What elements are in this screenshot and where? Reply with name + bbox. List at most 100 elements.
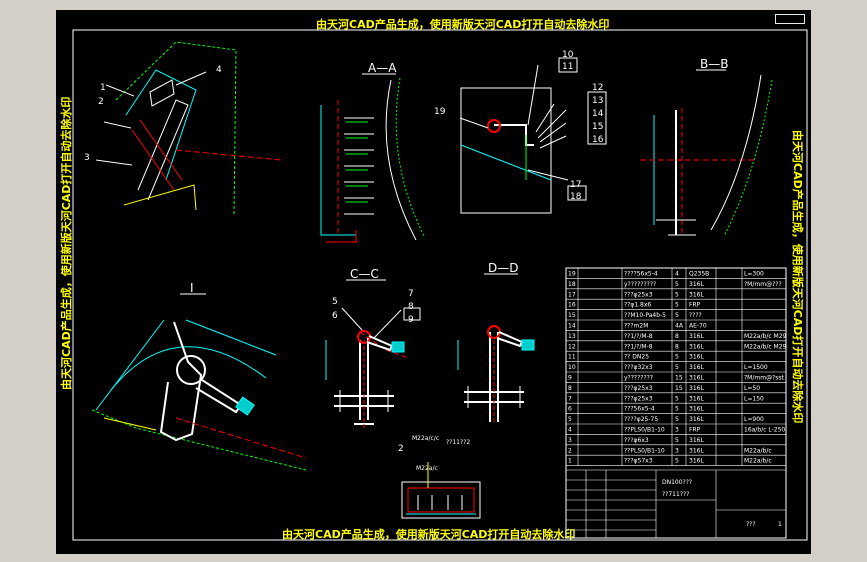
bom-cell-no: 10 <box>568 364 576 371</box>
bom-cell-note: M22a/b/c <box>744 458 772 465</box>
cad-window: 由天河CAD产品生成，使用新版天河CAD打开自动去除水印 由天河CAD产品生成，… <box>0 0 867 562</box>
bom-cell-note: ?M/mm@??? <box>744 281 782 288</box>
section-detail-i: I <box>190 281 194 295</box>
section-d-d: D—D <box>488 261 518 275</box>
callout-8: 8 <box>408 302 414 312</box>
bom-cell-code: ???m2M <box>624 323 648 330</box>
bom-cell-code: y????????? <box>624 281 656 288</box>
bom-cell-no: 9 <box>568 375 572 382</box>
bom-cell-material: 316L <box>689 395 704 402</box>
bom-cell-note: M22a/b/c M29 <box>744 343 787 350</box>
drawing-viewport[interactable]: 由天河CAD产品生成，使用新版天河CAD打开自动去除水印 由天河CAD产品生成，… <box>56 10 811 554</box>
bom-cell-qty: 5 <box>675 437 679 444</box>
bom-cell-material: 316L <box>689 437 704 444</box>
bom-cell-code: ?? DN25 <box>624 354 649 361</box>
drawing-sub: ??711??? <box>662 491 689 498</box>
callout-16: 16 <box>592 135 604 145</box>
bom-cell-material: ???? <box>689 312 702 319</box>
view-a-a: A—A <box>320 61 425 243</box>
view-detail-i: I <box>91 281 307 471</box>
bom-cell-no: 17 <box>568 291 576 298</box>
callout-4: 4 <box>216 65 222 75</box>
bom-cell-no: 4 <box>568 427 572 434</box>
bom-cell-no: 3 <box>568 437 572 444</box>
callout-10: 10 <box>562 50 574 60</box>
bom-cell-qty: 8 <box>675 333 679 340</box>
bom-cell-qty: 4A <box>675 323 684 330</box>
bom-cell-no: 13 <box>568 333 576 340</box>
bom-cell-code: ????56x5-4 <box>624 271 658 278</box>
drawing-scale: ??? <box>746 521 756 528</box>
bom-cell-code: ??PLS0/B1-10 <box>624 427 665 434</box>
callout-12: 12 <box>592 83 603 93</box>
bom-cell-code: ???φ57x3 <box>624 458 653 465</box>
bom-cell-material: Q235B <box>689 271 709 278</box>
bom-cell-code: ???φ32x3 <box>624 364 653 371</box>
bom-cell-qty: 5 <box>675 312 679 319</box>
bom-cell-material: AE-70 <box>689 323 707 330</box>
bom-cell-code: ???φ25x3 <box>624 395 653 402</box>
bom-cell-qty: 3 <box>675 427 679 434</box>
bom-cell-material: 316L <box>689 385 704 392</box>
bom-cell-no: 18 <box>568 281 576 288</box>
bom-cell-no: 12 <box>568 343 576 350</box>
bom-cell-code: y???????? <box>624 375 653 382</box>
bom-cell-material: FRP <box>689 302 701 309</box>
bom-cell-qty: 5 <box>675 291 679 298</box>
note-mid: M22a/c <box>416 465 438 472</box>
bom-cell-code: ???φ25x3 <box>624 291 653 298</box>
bom-cell-qty: 15 <box>675 385 683 392</box>
bom-cell-code: ??1/?/M-8 <box>624 343 653 350</box>
bom-cell-no: 1 <box>568 458 572 465</box>
bom-cell-no: 19 <box>568 271 576 278</box>
bom-cell-note: M22a/b/c <box>744 447 772 454</box>
view-c-c: C—C 5 6 7 8 9 <box>325 267 421 430</box>
drawing-number: DN100??? <box>662 479 692 486</box>
callout-11: 11 <box>562 62 573 72</box>
bom-cell-material: 316L <box>689 416 704 423</box>
bom-cell-qty: 5 <box>675 354 679 361</box>
bom-cell-note: L=50 <box>744 385 760 392</box>
bom-cell-no: 6 <box>568 406 572 413</box>
bom-cell-code: ??PLS0/B1-10 <box>624 447 665 454</box>
sheet-number: 1 <box>778 521 782 528</box>
viewport-corner-label <box>775 14 805 24</box>
bom-cell-material: 316L <box>689 447 704 454</box>
bom-cell-no: 15 <box>568 312 576 319</box>
view-top-left: 1 2 3 4 <box>84 41 282 216</box>
callout-15: 15 <box>592 122 603 132</box>
bom-cell-note: L=900 <box>744 416 764 423</box>
bom-cell-material: 316L <box>689 343 704 350</box>
view-b-b: B—B <box>640 57 773 237</box>
section-a-a: A—A <box>368 61 397 75</box>
bom-cell-note: L=1500 <box>744 364 768 371</box>
bom-cell-qty: 3 <box>675 447 679 454</box>
view-middle-top: 10 11 12 13 14 15 16 17 18 19 <box>434 50 607 214</box>
bom-cell-material: 316L <box>689 406 704 413</box>
callout-17: 17 <box>570 180 581 190</box>
bom-cell-qty: 5 <box>675 364 679 371</box>
bom-cell-note: ?M/mm@?sst <box>744 375 785 382</box>
bom-cell-no: 5 <box>568 416 572 423</box>
bom-cell-qty: 4 <box>675 271 679 278</box>
bom-cell-qty: 5 <box>675 416 679 423</box>
callout-13: 13 <box>592 96 603 106</box>
bom-cell-code: ??M10-Pa4b-5 <box>624 312 666 319</box>
bom-cell-qty: 15 <box>675 375 683 382</box>
section-b-b: B—B <box>700 57 728 71</box>
bom-cell-material: 316L <box>689 333 704 340</box>
watermark-bottom: 由天河CAD产品生成，使用新版天河CAD打开自动去除水印 <box>282 527 575 541</box>
title-block: DN100??? ??711??? ??? 1 <box>566 469 786 538</box>
watermark-top: 由天河CAD产品生成，使用新版天河CAD打开自动去除水印 <box>316 17 609 31</box>
callout-7: 7 <box>408 289 414 299</box>
bom-cell-material: 316L <box>689 375 704 382</box>
bom-cell-no: 14 <box>568 323 576 330</box>
note-top2: ??11??2 <box>446 439 470 446</box>
section-c-c: C—C <box>350 267 379 281</box>
callout-14: 14 <box>592 109 604 119</box>
callout-3: 3 <box>84 153 90 163</box>
bom-cell-no: 8 <box>568 385 572 392</box>
bom-cell-material: 316L <box>689 354 704 361</box>
callout-1: 1 <box>100 83 106 93</box>
bom-cell-no: 2 <box>568 447 572 454</box>
